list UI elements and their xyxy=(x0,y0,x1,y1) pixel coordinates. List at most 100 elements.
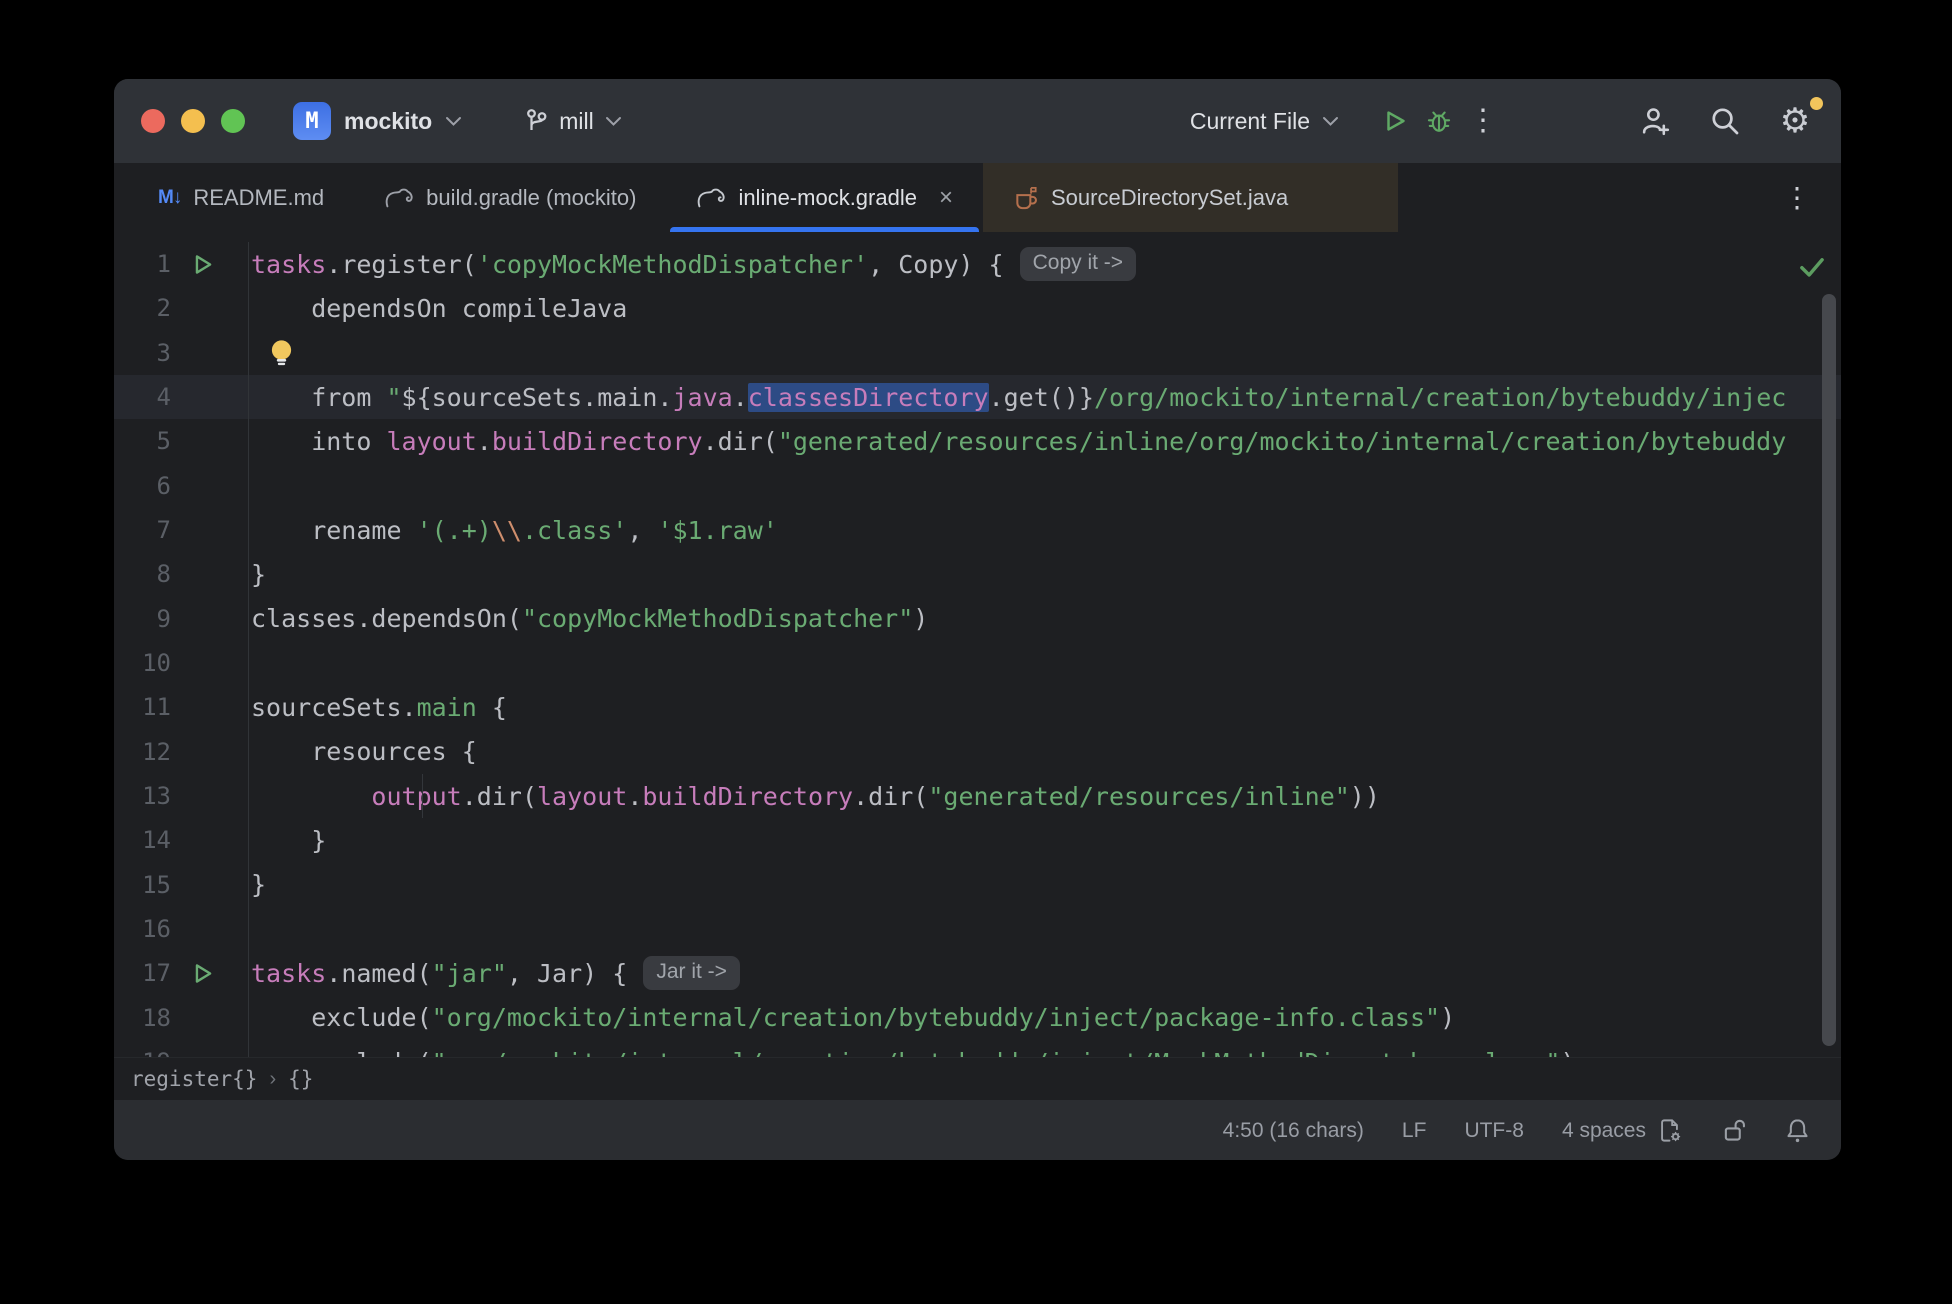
code-line[interactable]: 13 output .dir(layout. buildDirectory .dir(… xyxy=(114,773,1841,819)
breadcrumb-item[interactable]: register{} xyxy=(131,1067,257,1091)
line-number[interactable]: 1 xyxy=(114,250,171,278)
inlay-hint[interactable]: Copy it -> xyxy=(1019,247,1137,282)
line-number[interactable]: 3 xyxy=(114,339,171,367)
gutter[interactable]: 19 xyxy=(114,1039,249,1057)
code-line[interactable]: 5 into layout. buildDirectory .dir("genera… xyxy=(114,419,1841,464)
file-encoding[interactable]: UTF-8 xyxy=(1464,1119,1524,1143)
settings-button[interactable]: ⚙ xyxy=(1773,97,1823,143)
gutter[interactable]: 16 xyxy=(114,906,249,952)
chevron-down-icon xyxy=(1323,116,1338,126)
more-actions-button[interactable]: ⋮ xyxy=(1461,99,1505,143)
gutter[interactable]: 7 xyxy=(114,507,249,553)
line-number[interactable]: 10 xyxy=(114,649,171,677)
gutter[interactable]: 3 xyxy=(114,330,249,375)
tab-readme[interactable]: M↓ README.md xyxy=(114,163,354,232)
code-line[interactable]: 4 from " ${sourceSets.main. java. classesDi… xyxy=(114,374,1841,420)
line-number[interactable]: 16 xyxy=(114,915,171,943)
line-number[interactable]: 4 xyxy=(114,383,171,411)
tab-options-button[interactable]: ⋮ xyxy=(1783,163,1841,232)
indent-setting[interactable]: 4 spaces xyxy=(1562,1119,1646,1143)
gutter[interactable]: 11 xyxy=(114,685,249,730)
gutter[interactable]: 9 xyxy=(114,596,249,641)
code-line[interactable]: 17 tasks .named("jar", Jar) {Jar it -> xyxy=(114,951,1841,996)
lightbulb-icon[interactable] xyxy=(269,339,294,367)
code-line[interactable]: 6 xyxy=(114,463,1841,508)
gutter[interactable]: 10 xyxy=(114,640,249,686)
notifications-button[interactable] xyxy=(1784,1117,1811,1145)
minimize-window-button[interactable] xyxy=(181,109,205,133)
code-line[interactable]: 12 resources { xyxy=(114,729,1841,774)
search-everywhere-button[interactable] xyxy=(1703,99,1747,143)
branch-widget[interactable]: mill xyxy=(524,107,622,135)
tab-sourcedirectoryset[interactable]: SourceDirectorySet.java xyxy=(982,163,1399,232)
line-number[interactable]: 7 xyxy=(114,516,171,544)
run-configuration-selector[interactable]: Current File xyxy=(1190,108,1339,135)
code-line[interactable]: 16 xyxy=(114,906,1841,952)
gutter-icons xyxy=(171,961,247,986)
debug-button[interactable] xyxy=(1417,99,1461,143)
gutter[interactable]: 17 xyxy=(114,951,249,996)
line-number[interactable]: 14 xyxy=(114,826,171,854)
caret-position[interactable]: 4:50 (16 chars) xyxy=(1223,1119,1364,1143)
line-number[interactable]: 15 xyxy=(114,871,171,899)
line-number[interactable]: 12 xyxy=(114,738,171,766)
line-number[interactable]: 9 xyxy=(114,605,171,633)
code-line[interactable]: 7 rename '(.+) \\ .class', '$1.raw' xyxy=(114,507,1841,553)
code-line[interactable]: 8} xyxy=(114,552,1841,597)
code-line[interactable]: 15} xyxy=(114,862,1841,907)
titlebar-tools: ⚙ xyxy=(1633,97,1823,143)
code-line[interactable]: 11 sourceSets. main { xyxy=(114,685,1841,730)
code-line[interactable]: 10 xyxy=(114,640,1841,686)
gutter[interactable]: 13 xyxy=(114,773,249,819)
close-window-button[interactable] xyxy=(141,109,165,133)
line-number[interactable]: 18 xyxy=(114,1004,171,1032)
line-number[interactable]: 2 xyxy=(114,294,171,322)
code-line[interactable]: 19 exclude("org/mockito/internal/creatio… xyxy=(114,1039,1841,1057)
run-button[interactable] xyxy=(1373,99,1417,143)
gutter[interactable]: 15 xyxy=(114,862,249,907)
gutter[interactable]: 6 xyxy=(114,463,249,508)
gutter[interactable]: 8 xyxy=(114,552,249,597)
file-lock-button[interactable] xyxy=(1721,1117,1746,1144)
breadcrumb-item[interactable]: {} xyxy=(288,1067,313,1091)
code-line[interactable]: 14 } xyxy=(114,818,1841,863)
scrollbar-thumb[interactable] xyxy=(1822,294,1836,1046)
gutter[interactable]: 14 xyxy=(114,818,249,863)
gutter[interactable]: 12 xyxy=(114,729,249,774)
line-number[interactable]: 6 xyxy=(114,472,171,500)
code-text: rename '(.+) \\ .class', '$1.raw' xyxy=(251,515,778,545)
line-number[interactable]: 19 xyxy=(114,1048,171,1057)
gutter[interactable]: 5 xyxy=(114,419,249,464)
code-with-me-button[interactable] xyxy=(1633,99,1677,143)
code-line[interactable]: 3 xyxy=(114,330,1841,375)
line-number[interactable]: 11 xyxy=(114,693,171,721)
close-tab-icon[interactable]: × xyxy=(939,184,953,212)
inspections-ok-icon[interactable] xyxy=(1799,256,1825,278)
line-separator[interactable]: LF xyxy=(1402,1119,1427,1143)
gutter[interactable]: 2 xyxy=(114,286,249,331)
inlay-hint[interactable]: Jar it -> xyxy=(643,956,740,991)
run-gutter-icon[interactable] xyxy=(190,252,215,277)
unlock-icon xyxy=(1724,1119,1745,1141)
code-style-config-button[interactable] xyxy=(1656,1117,1683,1144)
code-line[interactable]: 9 classes.dependsOn("copyMockMethodDispat… xyxy=(114,596,1841,641)
code-text: sourceSets. main { xyxy=(251,692,507,722)
line-number[interactable]: 8 xyxy=(114,560,171,588)
zoom-window-button[interactable] xyxy=(221,109,245,133)
gutter[interactable]: 1 xyxy=(114,242,249,287)
tab-build-gradle[interactable]: build.gradle (mockito) xyxy=(354,163,666,232)
code-editor[interactable]: 1 tasks .register('copyMockMethodDispatche… xyxy=(114,232,1841,1057)
code-text: tasks .register('copyMockMethodDispatcher… xyxy=(249,247,1137,282)
line-number[interactable]: 17 xyxy=(114,959,171,987)
line-number[interactable]: 13 xyxy=(114,782,171,810)
tab-inline-mock-gradle[interactable]: inline-mock.gradle × xyxy=(666,163,983,232)
gutter[interactable]: 18 xyxy=(114,995,249,1040)
project-widget[interactable]: M mockito xyxy=(293,102,462,140)
code-line[interactable]: 2 dependsOn compileJava xyxy=(114,286,1841,331)
gutter[interactable]: 4 xyxy=(114,374,249,420)
file-gear-icon xyxy=(1661,1119,1681,1142)
run-gutter-icon[interactable] xyxy=(190,961,215,986)
code-line[interactable]: 18 exclude("org/mockito/internal/creatio… xyxy=(114,995,1841,1040)
line-number[interactable]: 5 xyxy=(114,427,171,455)
code-line[interactable]: 1 tasks .register('copyMockMethodDispatche… xyxy=(114,242,1841,287)
